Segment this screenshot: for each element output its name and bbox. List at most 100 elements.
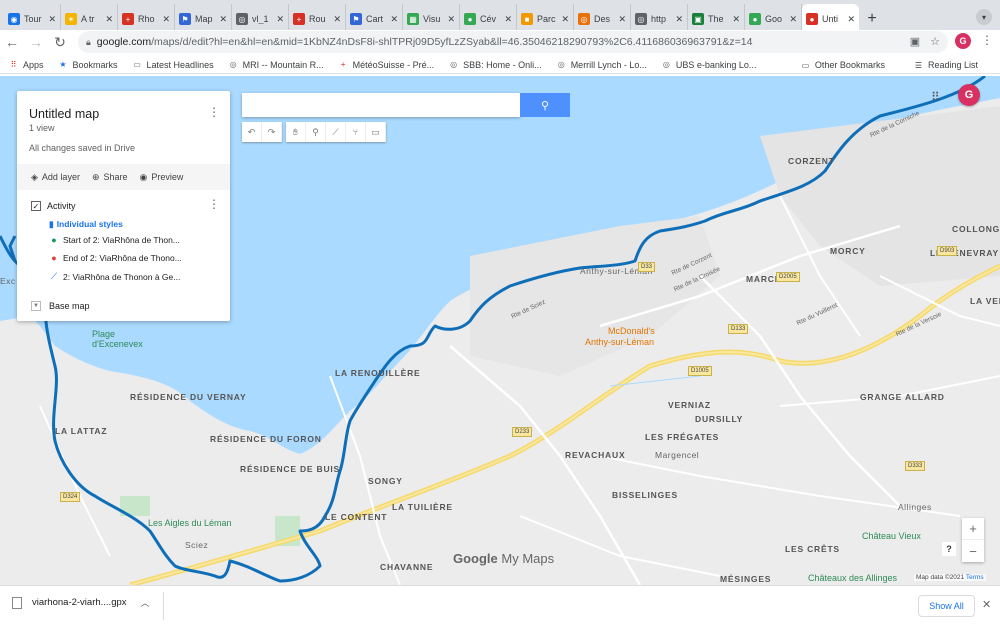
zoom-out-button[interactable]: −	[962, 540, 984, 562]
layer-options-icon[interactable]: ⋮	[208, 197, 220, 211]
bookmark-star-icon[interactable]: ☆	[930, 35, 940, 48]
back-icon[interactable]: ←	[0, 34, 24, 50]
individual-styles-link[interactable]: ▮ Individual styles	[49, 219, 123, 230]
profile-avatar[interactable]: G	[955, 33, 971, 49]
feature-item[interactable]: ⟋ 2: ViaRhôna de Thonon à Ge...	[49, 271, 181, 282]
tab-close-icon[interactable]: ✕	[504, 14, 512, 25]
google-apps-icon[interactable]: ⠿	[931, 90, 940, 104]
bookmark-item[interactable]: ⠿ Apps	[8, 59, 44, 70]
bookmark-item[interactable]: ◎ SBB: Home - Onli...	[448, 59, 542, 70]
poi-label[interactable]: Les Aigles du Léman	[148, 518, 232, 528]
feature-item[interactable]: ● Start of 2: ViaRhôna de Thon...	[49, 235, 180, 245]
bookmark-item[interactable]: ◎ MRI -- Mountain R...	[228, 59, 324, 70]
zoom-in-button[interactable]: +	[962, 518, 984, 540]
translate-icon[interactable]: ▣	[910, 35, 920, 48]
tab-close-icon[interactable]: ✕	[105, 14, 113, 25]
zoom-control: + −	[962, 518, 984, 562]
draw-line-icon[interactable]: ⟋	[326, 122, 346, 142]
bookmark-label: MétéoSuisse - Pré...	[352, 59, 435, 70]
address-bar[interactable]: 🔒︎ google.com/maps/d/edit?hl=en&hl=en&mi…	[78, 31, 948, 53]
layer-activity[interactable]: ✓ Activity	[31, 201, 76, 211]
map-attribution: Map data ©2021 Terms	[914, 574, 986, 581]
place-label: COLLONG	[952, 224, 1000, 234]
poi-label[interactable]: Châteaux des Allinges	[808, 573, 897, 583]
tab-close-icon[interactable]: ✕	[732, 14, 740, 25]
globe-icon: ◎	[635, 13, 647, 25]
bookmark-item[interactable]: + MétéoSuisse - Pré...	[338, 59, 435, 70]
share-button[interactable]: ⊕ Share	[92, 172, 128, 183]
road-label: D133	[728, 324, 749, 334]
other-bookmarks[interactable]: ▭ Other Bookmarks	[800, 60, 885, 71]
ruler-icon[interactable]: ▭	[366, 122, 386, 142]
layer-checkbox[interactable]: ✓	[31, 201, 41, 211]
tab-close-icon[interactable]: ✕	[162, 14, 170, 25]
tab-close-icon[interactable]: ✕	[618, 14, 626, 25]
reload-icon[interactable]: ↻	[48, 34, 72, 51]
place-label: Exc	[0, 276, 16, 286]
show-all-button[interactable]: Show All	[918, 595, 975, 617]
chevron-up-icon[interactable]: ︿	[141, 596, 150, 609]
feature-item[interactable]: ● End of 2: ViaRhôna de Thono...	[49, 253, 182, 263]
add-layer-button[interactable]: ◈ Add layer	[31, 172, 80, 183]
hand-icon[interactable]: ✋︎	[286, 122, 306, 142]
restaurant-label[interactable]: Anthy-sur-Léman	[585, 337, 654, 347]
place-label: LA VERS	[970, 296, 1000, 306]
redo-icon[interactable]: ↷	[262, 122, 282, 142]
tab-close-icon[interactable]: ✕	[276, 14, 284, 25]
undo-icon[interactable]: ↶	[242, 122, 262, 142]
poi-label[interactable]: Château Vieux	[862, 531, 921, 541]
map-search-button[interactable]: ⚲	[520, 93, 570, 117]
account-avatar[interactable]: G	[958, 84, 980, 106]
tab-title: Cart	[366, 14, 384, 24]
tab-title: Tour	[24, 14, 42, 24]
url-path: /maps/d/edit?hl=en&hl=en&mid=1KbNZ4nDsF8…	[151, 36, 753, 48]
bookmark-label: Latest Headlines	[146, 59, 214, 70]
base-map-toggle[interactable]: ▼ Base map	[31, 301, 90, 311]
tab-search-icon[interactable]: ▾	[976, 9, 992, 25]
tab-close-icon[interactable]: ✕	[219, 14, 227, 25]
tab-close-icon[interactable]: ✕	[675, 14, 683, 25]
bookmark-label: SBB: Home - Onli...	[463, 59, 542, 70]
preview-button[interactable]: ◉ Preview	[140, 172, 184, 183]
styles-link-label: Individual styles	[56, 219, 123, 229]
forward-icon[interactable]: →	[24, 34, 48, 50]
tab-title: Parc	[537, 14, 556, 24]
tab-close-icon[interactable]: ✕	[333, 14, 341, 25]
restaurant-label[interactable]: McDonald's	[608, 326, 655, 336]
tab-close-icon[interactable]: ✕	[789, 14, 797, 25]
map-search-input[interactable]	[242, 93, 520, 117]
reading-list[interactable]: ☰ Reading List	[913, 60, 978, 71]
chrome-menu-icon[interactable]: ⋮	[981, 33, 993, 47]
maps-pin-icon: ●	[464, 13, 476, 25]
bookmark-item[interactable]: ◎ Merrill Lynch - Lo...	[556, 59, 647, 70]
swiss-flag-icon: +	[122, 13, 134, 25]
other-bookmarks-label: Other Bookmarks	[814, 60, 885, 70]
tab-close-icon[interactable]: ✕	[447, 14, 455, 25]
tab-close-icon[interactable]: ✕	[48, 14, 56, 25]
tab-close-icon[interactable]: ✕	[561, 14, 569, 25]
layers-icon: ◈	[31, 171, 38, 182]
place-label: RÉSIDENCE DE BUIS	[240, 464, 341, 474]
map-options-icon[interactable]: ⋮	[208, 105, 220, 119]
bookmark-item[interactable]: ▭ Latest Headlines	[132, 59, 214, 70]
close-icon[interactable]: ✕	[982, 598, 991, 611]
tab-title: Goo	[765, 14, 783, 24]
map-title[interactable]: Untitled map	[29, 107, 99, 121]
map-canvas[interactable]: CORZENT MORCY COLLONG LE GENEVRAY MARCLAZ Ant…	[0, 76, 1000, 585]
globe-icon: ◎	[450, 60, 458, 69]
globe-icon: ◎	[236, 13, 248, 25]
place-label: CHAVANNE	[380, 562, 434, 572]
tab-close-icon[interactable]: ✕	[847, 14, 855, 25]
place-label: Allinges	[898, 502, 932, 512]
place-label: LA LATTAZ	[55, 426, 108, 436]
bookmark-item[interactable]: ◎ UBS e-banking Lo...	[661, 59, 757, 70]
bookmark-item[interactable]: ★ Bookmarks	[58, 59, 117, 70]
directions-icon[interactable]: ⑂	[346, 122, 366, 142]
download-item[interactable]: viarhona-2-viarh....gpx ︿	[12, 596, 150, 609]
help-icon[interactable]: ?	[942, 542, 956, 556]
poi-label[interactable]: Plage d'Excenevex	[92, 329, 152, 349]
tab-close-icon[interactable]: ✕	[390, 14, 398, 25]
terms-link[interactable]: Terms	[966, 574, 984, 581]
flag-icon: ⚑	[179, 13, 191, 25]
add-marker-icon[interactable]: ⚲	[306, 122, 326, 142]
